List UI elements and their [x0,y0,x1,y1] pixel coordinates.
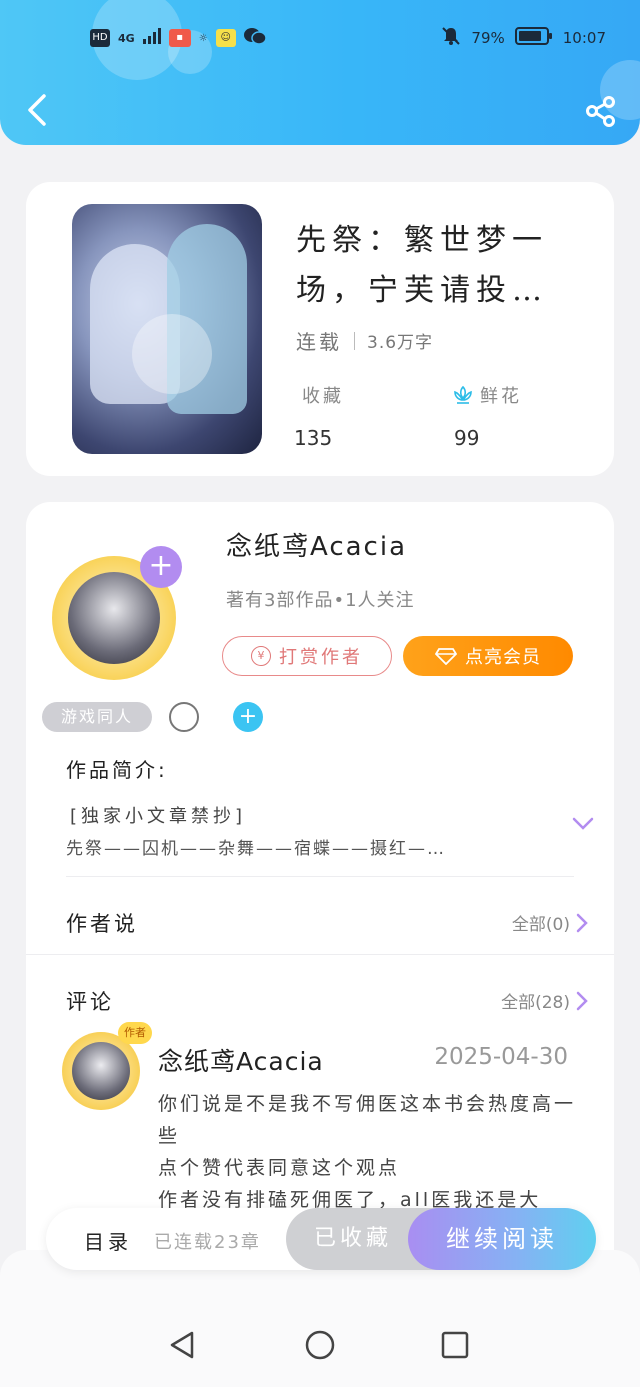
author-name[interactable]: 念纸鸢Acacia [226,526,407,563]
wechat-icon [243,27,267,49]
vip-button[interactable]: 点亮会员 [403,636,573,676]
follow-author-button[interactable]: + [140,546,182,588]
small-app-icon: ☼ [198,32,208,44]
word-count: 3.6万字 [367,333,434,353]
hd-icon: HD [90,29,110,47]
back-button[interactable] [22,92,52,128]
tip-label: 打赏作者 [279,647,363,668]
battery-percent: 79% [471,29,505,47]
nav-recent-icon[interactable] [440,1330,470,1360]
favorites-label: 收藏 [302,386,344,407]
flowers-count: 99 [454,426,480,450]
tag-placeholder[interactable] [169,702,199,732]
book-info-card: 先祭：繁世梦一场，宁芙请投… 连载 3.6万字 收藏 135 鲜花 99 [26,182,614,476]
chat-app-icon: ☺ [215,29,236,47]
intro-title: 作品简介: [66,758,168,782]
share-button[interactable] [584,94,618,128]
system-nav-bar [0,1250,640,1387]
comments-more[interactable]: 全部(28) [501,988,588,1013]
yen-icon: ¥ [251,646,271,666]
clock: 10:07 [562,29,606,47]
chevron-down-icon[interactable] [572,816,594,832]
flower-icon [454,385,472,404]
share-icon [586,96,615,127]
flowers-label: 鲜花 [480,386,522,407]
author-says-title: 作者说 [66,912,138,936]
author-meta: 著有3部作品•1人关注 [226,590,415,611]
chevron-right-icon [576,991,588,1010]
add-tag-button[interactable]: + [233,702,263,732]
comments-title: 评论 [66,990,114,1014]
commenter-name[interactable]: 念纸鸢Acacia [158,1042,324,1078]
nav-back-icon[interactable] [168,1330,198,1360]
reading-action-bar: 目录 已连载23章 已收藏 继续阅读 [46,1208,596,1270]
status-bar-right: 79% 10:07 [441,26,606,50]
network-label: 4G [118,31,135,45]
author-badge: 作者 [118,1022,152,1044]
signal-icon [142,28,161,48]
app-notification-icon: ▪ [168,29,191,47]
tip-author-button[interactable]: ¥ 打赏作者 [222,636,392,676]
genre-tag[interactable]: 游戏同人 [42,702,152,732]
continue-reading-button[interactable]: 继续阅读 [408,1208,596,1270]
favorites-count: 135 [294,426,333,450]
mute-bell-icon [441,26,461,50]
flowers-stat[interactable]: 鲜花 [452,382,522,408]
status-bar-left: HD 4G ▪ ☼ ☺ [90,26,267,50]
book-cover[interactable] [72,204,262,454]
toc-button[interactable]: 目录 [84,1226,132,1255]
nav-home-icon[interactable] [305,1330,335,1360]
serial-info: 连载 3.6万字 [296,326,433,355]
vip-label: 点亮会员 [465,647,541,668]
book-title: 先祭：繁世梦一场，宁芙请投… [296,223,548,308]
battery-icon [514,26,553,50]
intro-line-2: 先祭——囚机——杂舞——宿蝶——摄红—… [66,839,446,859]
detail-card: + 念纸鸢Acacia 著有3部作品•1人关注 ¥ 打赏作者 点亮会员 游戏同人… [26,502,614,1282]
intro-line-1: [独家小文章禁抄] [70,806,247,827]
back-arrow-icon [28,94,46,126]
author-says-count: 全部(0) [511,915,570,935]
comment-text[interactable]: 你们说是不是我不写佣医这本书会热度高一些 点个赞代表同意这个观点 作者没有排磕死… [158,1088,578,1218]
chevron-right-icon [576,913,588,932]
top-header: HD 4G ▪ ☼ ☺ 79% 10:07 [0,0,640,145]
author-says-more[interactable]: 全部(0) [512,910,588,935]
comment-date: 2025-04-30 [434,1044,568,1070]
comments-count: 全部(28) [501,993,570,1013]
chapter-count: 已连载23章 [154,1232,261,1253]
diamond-icon [435,648,457,665]
serial-status: 连载 [296,330,342,354]
